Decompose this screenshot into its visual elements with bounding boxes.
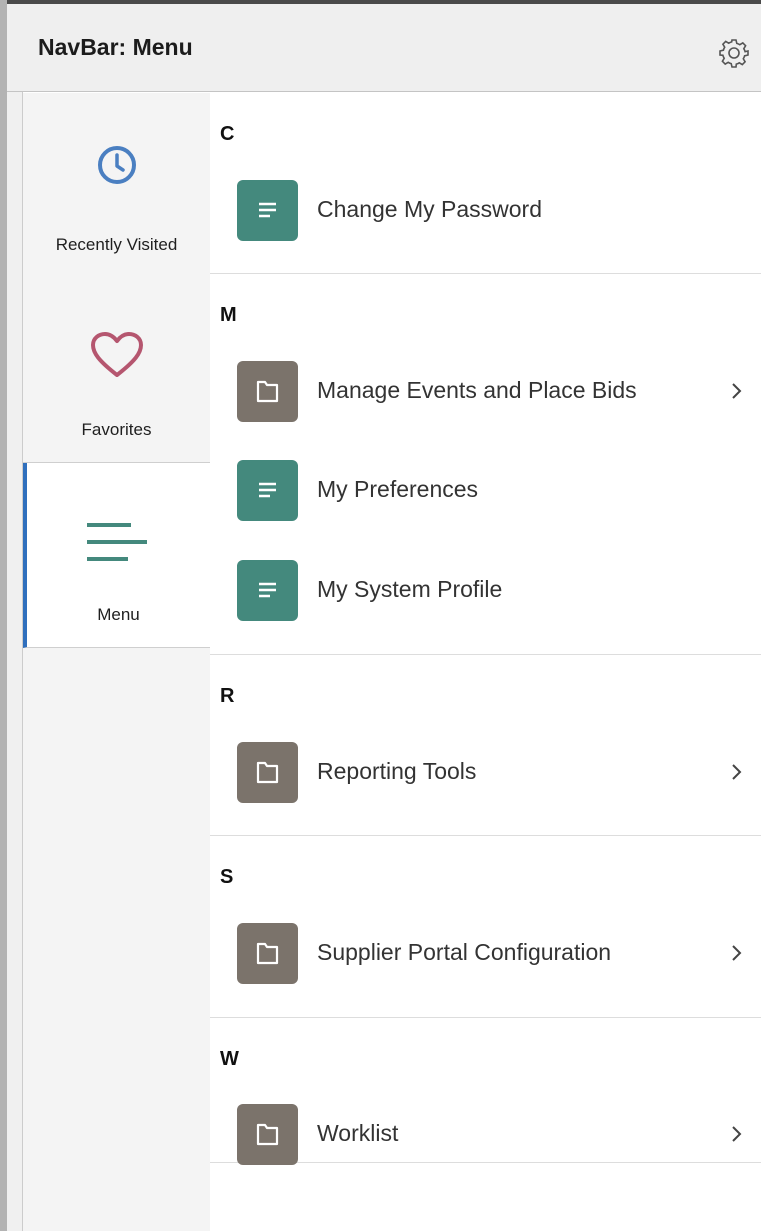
menu-item-supplier-portal-configuration[interactable]: Supplier Portal Configuration (210, 913, 761, 993)
page-icon (237, 560, 298, 621)
chevron-right-icon (730, 760, 744, 784)
menu-item-label: Supplier Portal Configuration (317, 939, 612, 965)
menu-section-w: W Worklist (210, 1018, 761, 1165)
page-title: NavBar: Menu (38, 34, 193, 60)
menu-section-c: C Change My Password (210, 93, 761, 274)
section-letter: R (220, 685, 235, 707)
menu-item-label: Change My Password (317, 196, 542, 222)
menu-item-label: Manage Events and Place Bids (317, 377, 637, 403)
folder-icon (237, 923, 298, 984)
menu-item-label: My Preferences (317, 476, 479, 502)
page-icon (237, 460, 298, 521)
menu-item-manage-events-and-place-bids[interactable]: Manage Events and Place Bids (210, 351, 761, 431)
sidebar-item-recently-visited[interactable]: Recently Visited (23, 93, 210, 275)
menu-item-worklist[interactable]: Worklist (210, 1094, 761, 1174)
menu-item-my-system-profile[interactable]: My System Profile (210, 550, 761, 630)
chevron-right-icon (730, 379, 744, 403)
menu-item-label: Reporting Tools (317, 758, 477, 784)
menu-section-m: M Manage Events and Place Bids My Prefer… (210, 274, 761, 655)
menu-list: C Change My Password M Manage Events and… (210, 93, 761, 1231)
page-icon (237, 180, 298, 241)
menu-item-reporting-tools[interactable]: Reporting Tools (210, 732, 761, 812)
navbar-panel: NavBar: Menu Recently Visited Favorites … (0, 0, 761, 1231)
menu-section-r: R Reporting Tools (210, 655, 761, 836)
navbar-sidebar: Recently Visited Favorites Menu (23, 93, 210, 1231)
folder-icon (237, 361, 298, 422)
menu-section-s: S Supplier Portal Configuration (210, 836, 761, 1018)
section-letter: M (220, 304, 237, 326)
sidebar-item-label: Menu (97, 605, 140, 624)
sidebar-item-label: Favorites (81, 420, 152, 439)
menu-item-change-my-password[interactable]: Change My Password (210, 170, 761, 250)
menu-item-label: Worklist (317, 1120, 399, 1146)
folder-icon (237, 1104, 298, 1165)
clock-icon (97, 145, 137, 190)
section-letter: S (220, 866, 234, 888)
section-letter: C (220, 123, 235, 145)
gear-icon[interactable] (719, 38, 749, 68)
sidebar-item-menu[interactable]: Menu (23, 463, 210, 648)
menu-item-my-preferences[interactable]: My Preferences (210, 450, 761, 530)
chevron-right-icon (730, 941, 744, 965)
heart-icon (89, 331, 145, 384)
menu-lines-icon (86, 521, 148, 570)
chevron-right-icon (730, 1122, 744, 1146)
section-letter: W (220, 1048, 239, 1070)
left-edge (0, 0, 7, 1231)
sidebar-item-label: Recently Visited (55, 235, 178, 254)
folder-icon (237, 742, 298, 803)
sidebar-item-favorites[interactable]: Favorites (23, 275, 210, 463)
menu-item-label: My System Profile (317, 576, 503, 602)
left-gutter (7, 92, 23, 1231)
navbar-header: NavBar: Menu (7, 4, 761, 92)
